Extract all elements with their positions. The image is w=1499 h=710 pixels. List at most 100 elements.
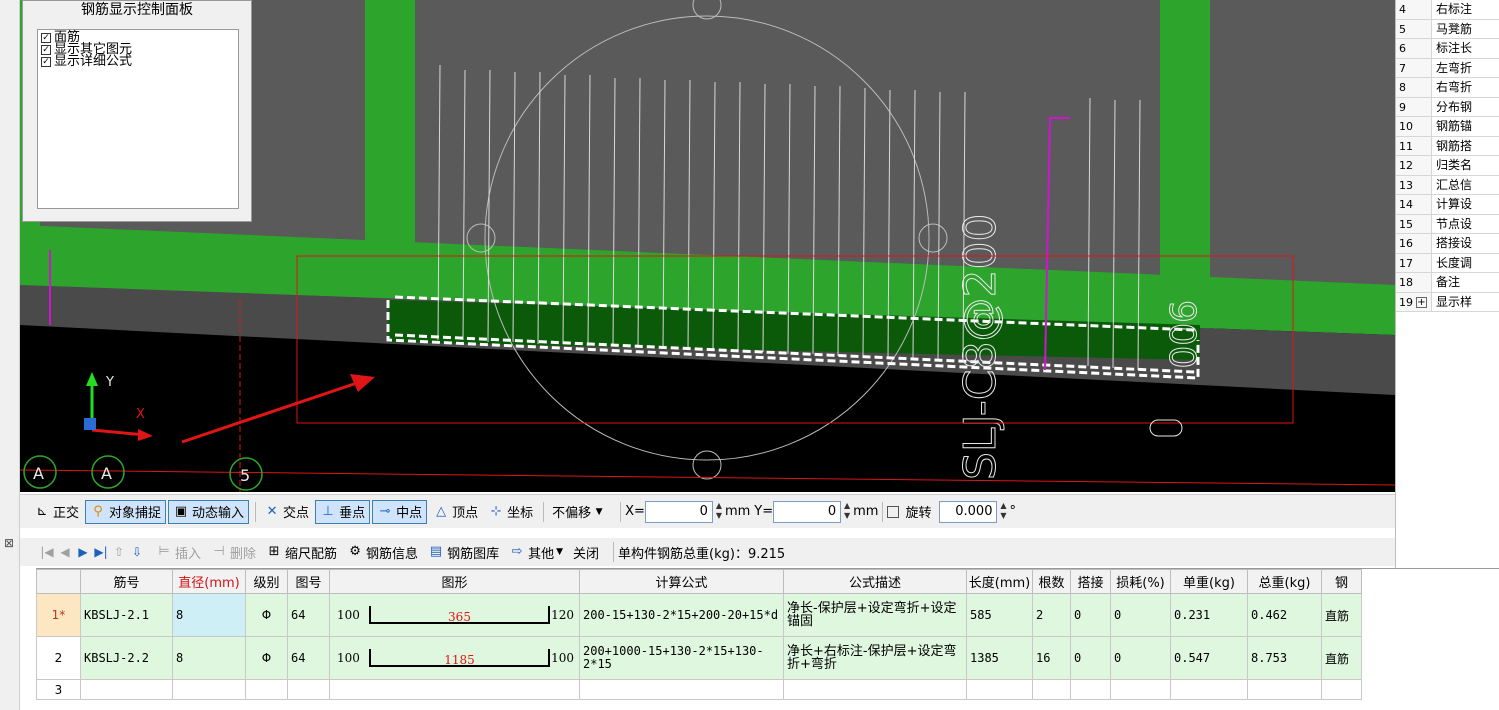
checkbox-checked-icon[interactable]: ✓ — [41, 57, 51, 67]
ortho-button[interactable]: ⊾ 正交 — [30, 500, 83, 524]
header-count[interactable]: 根数 — [1032, 569, 1071, 594]
header-lap[interactable]: 搭接 — [1070, 569, 1111, 594]
insert-button[interactable]: ⊨ 插入 — [156, 543, 201, 562]
move-down-icon[interactable]: ⇩ — [128, 545, 146, 559]
cell-lap[interactable]: 0 — [1070, 636, 1111, 680]
first-record-icon[interactable]: |◀ — [38, 545, 56, 559]
header-description[interactable]: 公式描述 — [783, 569, 967, 594]
cell-unit-weight[interactable]: 0.547 — [1170, 636, 1248, 680]
property-row[interactable]: 15 节点设 — [1396, 214, 1499, 234]
property-row[interactable]: 11 钢筋搭 — [1396, 136, 1499, 156]
cell-type[interactable]: 直筋 — [1321, 593, 1362, 637]
property-row[interactable]: 6 标注长 — [1396, 39, 1499, 59]
cell-diameter[interactable]: 8 — [172, 636, 246, 680]
header-length[interactable]: 长度(mm) — [966, 569, 1033, 594]
property-name: 节点设 — [1436, 216, 1473, 231]
header-grade[interactable]: 级别 — [245, 569, 288, 594]
cell-bar-no[interactable]: KBSLJ-2.1 — [80, 593, 173, 637]
cell-length[interactable]: 1385 — [966, 636, 1033, 680]
property-row[interactable]: 19 + 显示样 — [1396, 292, 1499, 312]
perpendicular-snap-button[interactable]: ⊥ 垂点 — [315, 499, 371, 524]
rebar-info-button[interactable]: ⚙ 钢筋信息 — [347, 543, 418, 562]
property-row[interactable]: 4 右标注 — [1396, 0, 1499, 20]
rotate-checkbox[interactable] — [887, 505, 900, 518]
row-index[interactable]: 2 — [36, 636, 81, 680]
object-snap-button[interactable]: ⚲ 对象捕捉 — [85, 499, 167, 524]
cell-total-weight[interactable]: 8.753 — [1247, 636, 1322, 680]
cell-loss[interactable]: 0 — [1110, 636, 1171, 680]
rebar-library-button[interactable]: ▤ 钢筋图库 — [428, 543, 499, 562]
cell-total-weight[interactable]: 0.462 — [1247, 593, 1322, 637]
cell-diameter[interactable]: 8 — [172, 593, 246, 637]
header-shape[interactable]: 图形 — [329, 569, 580, 594]
midpoint-snap-button[interactable]: ⊸ 中点 — [372, 499, 428, 524]
cell-bar-no[interactable]: KBSLJ-2.2 — [80, 636, 173, 680]
cell-length[interactable]: 585 — [966, 593, 1033, 637]
coordinate-snap-button[interactable]: ⊹ 坐标 — [484, 500, 537, 524]
close-panel-icon[interactable]: ⊠ — [4, 536, 14, 550]
dynamic-input-button[interactable]: ▣ 动态输入 — [168, 499, 250, 524]
x-offset-input[interactable]: 0 — [644, 500, 713, 523]
prev-record-icon[interactable]: ◀ — [56, 545, 74, 559]
property-row[interactable]: 9 分布钢 — [1396, 97, 1499, 117]
move-up-icon[interactable]: ⇧ — [110, 545, 128, 559]
rotate-spinner[interactable]: ▲ ▼ — [997, 501, 1009, 523]
checkbox-checked-icon[interactable]: ✓ — [41, 45, 51, 55]
intersection-snap-button[interactable]: ✕ 交点 — [260, 500, 313, 524]
cell-lap[interactable]: 0 — [1070, 593, 1111, 637]
header-unit-weight[interactable]: 单重(kg) — [1170, 569, 1248, 594]
cell-formula[interactable]: 200+1000-15+130-2*15+130-2*15 — [579, 636, 784, 680]
table-row[interactable]: 1* KBSLJ-2.1 8 Φ 64 100 365 120 200-15+1… — [36, 593, 1362, 637]
cell-formula[interactable]: 200-15+130-2*15+200-20+15*d — [579, 593, 784, 637]
table-row[interactable]: 2 KBSLJ-2.2 8 Φ 64 100 1185 100 200+1000… — [36, 636, 1362, 680]
cell-grade[interactable]: Φ — [245, 593, 288, 637]
expand-plus-icon[interactable]: + — [1416, 296, 1427, 308]
property-row[interactable]: 18 备注 — [1396, 273, 1499, 293]
property-row[interactable]: 13 汇总信 — [1396, 175, 1499, 195]
cell-loss[interactable]: 0 — [1110, 593, 1171, 637]
delete-button[interactable]: ⊣ 删除 — [211, 543, 256, 562]
property-row[interactable]: 16 搭接设 — [1396, 234, 1499, 254]
cell-shape[interactable]: 100 1185 100 — [329, 636, 580, 680]
next-record-icon[interactable]: ▶ — [74, 545, 92, 559]
header-diameter[interactable]: 直径(mm) — [172, 569, 246, 594]
y-offset-input[interactable]: 0 — [773, 500, 842, 523]
cell-count[interactable]: 16 — [1032, 636, 1071, 680]
property-row[interactable]: 12 归类名 — [1396, 156, 1499, 176]
header-loss[interactable]: 损耗(%) — [1110, 569, 1171, 594]
scale-rebar-button[interactable]: ⊞ 缩尺配筋 — [266, 543, 337, 562]
cell-count[interactable]: 2 — [1032, 593, 1071, 637]
option-show-detailed-formula[interactable]: ✓ 显示详细公式 — [41, 55, 235, 68]
header-bar-no[interactable]: 筋号 — [80, 569, 173, 594]
last-record-icon[interactable]: ▶| — [92, 545, 110, 559]
property-row[interactable]: 7 左弯折 — [1396, 58, 1499, 78]
checkbox-checked-icon[interactable]: ✓ — [41, 33, 51, 43]
header-total-weight[interactable]: 总重(kg) — [1247, 569, 1322, 594]
property-row[interactable]: 8 右弯折 — [1396, 78, 1499, 98]
cell-type[interactable]: 直筋 — [1321, 636, 1362, 680]
y-spinner[interactable]: ▲ ▼ — [841, 501, 853, 523]
other-menu-button[interactable]: ⇨ 其他 ▼ — [509, 543, 563, 562]
cell-figure-no[interactable]: 64 — [287, 636, 330, 680]
offset-mode-select[interactable]: 不偏移 ▼ — [548, 500, 614, 524]
header-type[interactable]: 钢 — [1321, 569, 1362, 594]
cell-unit-weight[interactable]: 0.231 — [1170, 593, 1248, 637]
row-index[interactable]: 1* — [36, 593, 81, 637]
row-index[interactable]: 3 — [36, 679, 81, 700]
cell-figure-no[interactable]: 64 — [287, 593, 330, 637]
table-row-empty[interactable]: 3 — [36, 679, 1362, 700]
cell-description[interactable]: 净长+右标注-保护层+设定弯折+弯折 — [783, 636, 967, 680]
x-spinner[interactable]: ▲ ▼ — [713, 501, 725, 523]
property-row[interactable]: 17 长度调 — [1396, 253, 1499, 273]
vertex-snap-button[interactable]: △ 顶点 — [429, 500, 482, 524]
property-row[interactable]: 14 计算设 — [1396, 195, 1499, 215]
rotate-angle-input[interactable]: 0.000 — [939, 500, 998, 523]
cell-shape[interactable]: 100 365 120 — [329, 593, 580, 637]
property-row[interactable]: 5 马凳筋 — [1396, 19, 1499, 39]
cell-grade[interactable]: Φ — [245, 636, 288, 680]
header-formula[interactable]: 计算公式 — [579, 569, 784, 594]
header-figure-no[interactable]: 图号 — [287, 569, 330, 594]
close-button[interactable]: 关闭 — [573, 543, 599, 562]
cell-description[interactable]: 净长-保护层+设定弯折+设定锚固 — [783, 593, 967, 637]
property-row[interactable]: 10 钢筋锚 — [1396, 117, 1499, 137]
